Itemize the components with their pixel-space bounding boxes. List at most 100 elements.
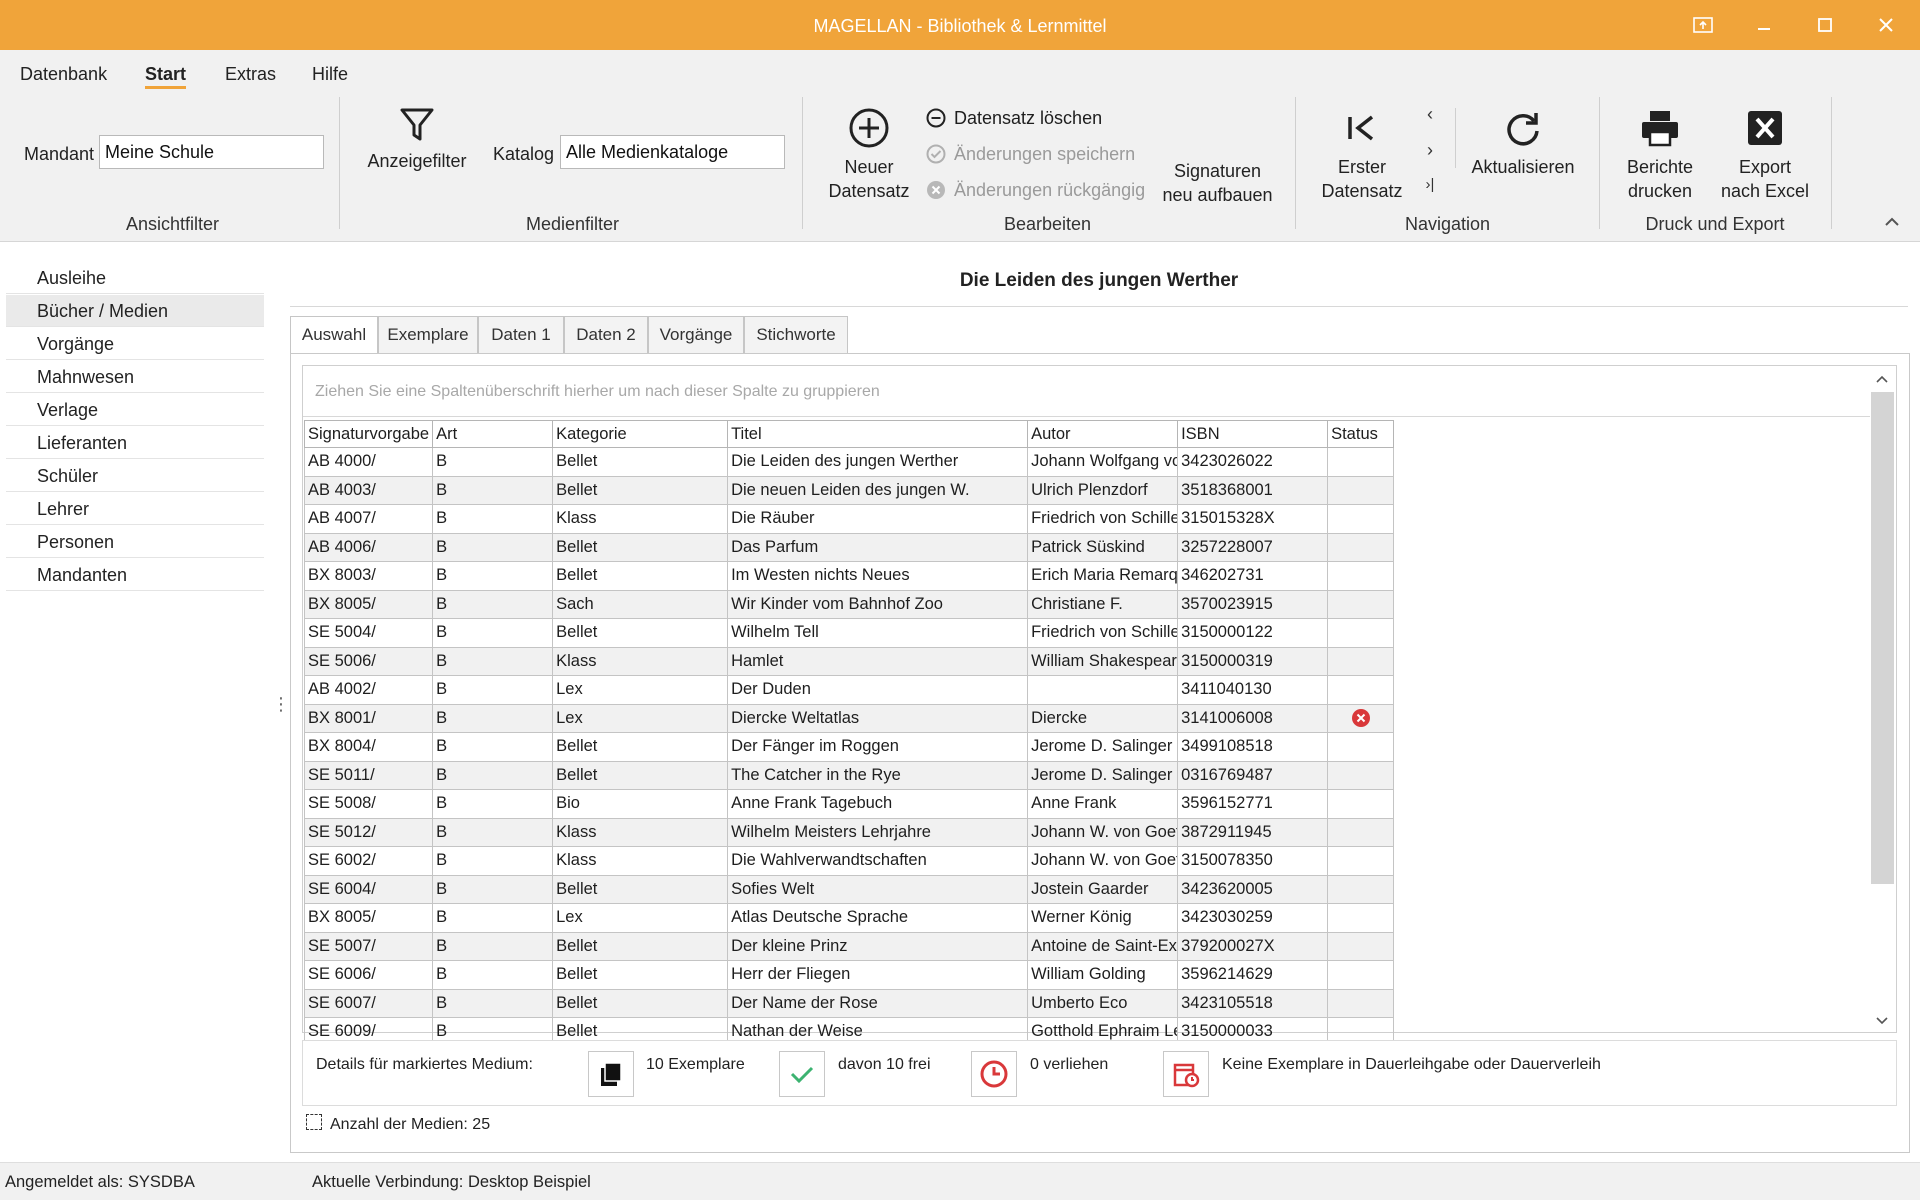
table-row[interactable]: SE 5008/B Bio Anne Frank Tagebuch Anne Fran… xyxy=(303,789,1395,819)
table-cell[interactable] xyxy=(1327,960,1395,990)
table-cell[interactable]: Klass xyxy=(552,504,729,534)
table-row[interactable]: SE 5012/B Klass Wilhelm Meisters Lehrjahre… xyxy=(303,817,1395,847)
table-cell[interactable]: 3518368001 xyxy=(1177,475,1329,505)
minimize-button[interactable] xyxy=(1735,0,1793,50)
table-row[interactable]: SE 5004/B Bellet Wilhelm Tell Friedrich von… xyxy=(303,618,1395,648)
scroll-up-icon[interactable] xyxy=(1874,370,1890,390)
table-cell[interactable]: SE 6007/ xyxy=(303,988,434,1018)
sidebar-item-verlage[interactable]: Verlage xyxy=(6,394,264,426)
table-cell[interactable]: Wilhelm Meisters Lehrjahre xyxy=(727,817,1029,847)
table-cell[interactable]: Hamlet xyxy=(727,646,1029,676)
table-cell[interactable]: 3411040130 xyxy=(1177,675,1329,705)
table-cell[interactable]: 3423105518 xyxy=(1177,988,1329,1018)
aktualisieren-button[interactable]: Aktualisieren xyxy=(1468,107,1578,179)
table-cell[interactable]: Erich Maria Remarque xyxy=(1027,561,1179,591)
berichte-drucken-button[interactable]: Berichte drucken xyxy=(1610,107,1710,203)
table-cell[interactable]: Lex xyxy=(552,675,729,705)
menu-extras[interactable]: Extras xyxy=(225,64,276,85)
table-cell[interactable]: 3872911945 xyxy=(1177,817,1329,847)
table-cell[interactable]: 3150000122 xyxy=(1177,618,1329,648)
table-row[interactable]: BX 8005/B Sach Wir Kinder vom Bahnhof Zoo C… xyxy=(303,589,1395,619)
table-cell[interactable]: 3596152771 xyxy=(1177,789,1329,819)
table-cell[interactable]: 3499108518 xyxy=(1177,732,1329,762)
table-cell[interactable]: B xyxy=(432,960,554,990)
table-cell[interactable]: AB 4003/ xyxy=(303,475,434,505)
table-cell[interactable]: Lex xyxy=(552,903,729,933)
table-cell[interactable]: B xyxy=(432,589,554,619)
table-cell[interactable]: B xyxy=(432,874,554,904)
mandant-field[interactable]: Meine Schule xyxy=(99,135,324,169)
table-cell[interactable]: 3150000319 xyxy=(1177,646,1329,676)
table-row[interactable]: SE 6002/B Klass Die Wahlverwandtschaften Jo… xyxy=(303,846,1395,876)
table-cell[interactable] xyxy=(1327,846,1395,876)
table-cell[interactable]: AB 4007/ xyxy=(303,504,434,534)
table-cell[interactable]: B xyxy=(432,646,554,676)
table-cell[interactable]: 3423030259 xyxy=(1177,903,1329,933)
table-cell[interactable] xyxy=(1327,532,1395,562)
table-cell[interactable]: Die neuen Leiden des jungen W. xyxy=(727,475,1029,505)
table-cell[interactable]: Antoine de Saint-Exupéry xyxy=(1027,931,1179,961)
table-cell[interactable]: 315015328X xyxy=(1177,504,1329,534)
table-cell[interactable]: B xyxy=(432,732,554,762)
table-cell[interactable]: B xyxy=(432,618,554,648)
table-row[interactable]: BX 8003/B Bellet Im Westen nichts Neues Eri… xyxy=(303,561,1395,591)
previous-record-icon[interactable]: ‹ xyxy=(1420,104,1440,125)
table-cell[interactable]: Anne Frank xyxy=(1027,789,1179,819)
column-header[interactable]: Signaturvorgabe xyxy=(303,420,434,448)
table-cell[interactable]: Klass xyxy=(552,646,729,676)
table-cell[interactable]: B xyxy=(432,988,554,1018)
table-cell[interactable]: 3423620005 xyxy=(1177,874,1329,904)
menu-start[interactable]: Start xyxy=(145,64,187,89)
column-header[interactable]: Kategorie xyxy=(552,420,729,448)
table-cell[interactable]: Sofies Welt xyxy=(727,874,1029,904)
table-cell[interactable]: AB 4000/ xyxy=(303,447,434,477)
table-cell[interactable] xyxy=(1327,589,1395,619)
table-cell[interactable]: Bellet xyxy=(552,532,729,562)
table-row[interactable]: SE 5011/B Bellet The Catcher in the Rye Jer… xyxy=(303,760,1395,790)
table-cell[interactable]: Bellet xyxy=(552,618,729,648)
table-cell[interactable]: SE 6006/ xyxy=(303,960,434,990)
sidebar-item-schueler[interactable]: Schüler xyxy=(6,460,264,492)
table-cell[interactable]: Jerome D. Salinger xyxy=(1027,760,1179,790)
tab-daten-2[interactable]: Daten 2 xyxy=(564,316,648,354)
table-cell[interactable]: 3570023915 xyxy=(1177,589,1329,619)
sidebar-item-mandanten[interactable]: Mandanten xyxy=(6,559,264,591)
table-cell[interactable]: Jerome D. Salinger xyxy=(1027,732,1179,762)
table-cell[interactable]: 379200027X xyxy=(1177,931,1329,961)
table-cell[interactable]: 3596214629 xyxy=(1177,960,1329,990)
table-cell[interactable] xyxy=(1327,817,1395,847)
table-cell[interactable] xyxy=(1327,447,1395,477)
table-cell[interactable]: Die Räuber xyxy=(727,504,1029,534)
table-cell[interactable] xyxy=(1327,732,1395,762)
column-header[interactable]: Autor xyxy=(1027,420,1179,448)
table-cell[interactable]: 3150078350 xyxy=(1177,846,1329,876)
table-cell[interactable]: Bellet xyxy=(552,931,729,961)
table-row[interactable]: AB 4000/B Bellet Die Leiden des jungen Wer… xyxy=(303,447,1395,477)
table-cell[interactable]: Christiane F. xyxy=(1027,589,1179,619)
table-row[interactable]: AB 4003/B Bellet Die neuen Leiden des jung… xyxy=(303,475,1395,505)
maximize-button[interactable] xyxy=(1796,0,1854,50)
scrollbar-thumb[interactable] xyxy=(1871,392,1894,884)
table-cell[interactable] xyxy=(1327,789,1395,819)
table-cell[interactable]: Bellet xyxy=(552,447,729,477)
table-cell[interactable]: Bellet xyxy=(552,475,729,505)
table-cell[interactable]: Herr der Fliegen xyxy=(727,960,1029,990)
table-cell[interactable]: B xyxy=(432,817,554,847)
table-cell[interactable]: Sach xyxy=(552,589,729,619)
table-cell[interactable]: SE 5006/ xyxy=(303,646,434,676)
table-cell[interactable] xyxy=(1327,675,1395,705)
table-cell[interactable] xyxy=(1327,760,1395,790)
table-cell[interactable]: Im Westen nichts Neues xyxy=(727,561,1029,591)
menu-hilfe[interactable]: Hilfe xyxy=(312,64,348,85)
katalog-field[interactable]: Alle Medienkataloge xyxy=(560,135,785,169)
table-cell[interactable]: B xyxy=(432,703,554,733)
aenderungen-speichern-button[interactable]: Änderungen speichern xyxy=(926,142,1135,166)
table-cell[interactable]: 0316769487 xyxy=(1177,760,1329,790)
table-row[interactable]: SE 5006/B Klass Hamlet William Shakespeare 3… xyxy=(303,646,1395,676)
table-cell[interactable]: Bellet xyxy=(552,874,729,904)
table-cell[interactable]: Bellet xyxy=(552,960,729,990)
table-cell[interactable]: Diercke xyxy=(1027,703,1179,733)
next-record-icon[interactable]: › xyxy=(1420,140,1440,161)
anzeigefilter-button[interactable]: Anzeigefilter xyxy=(362,107,472,173)
aenderungen-rueckgaengig-button[interactable]: Änderungen rückgängig xyxy=(926,178,1145,202)
